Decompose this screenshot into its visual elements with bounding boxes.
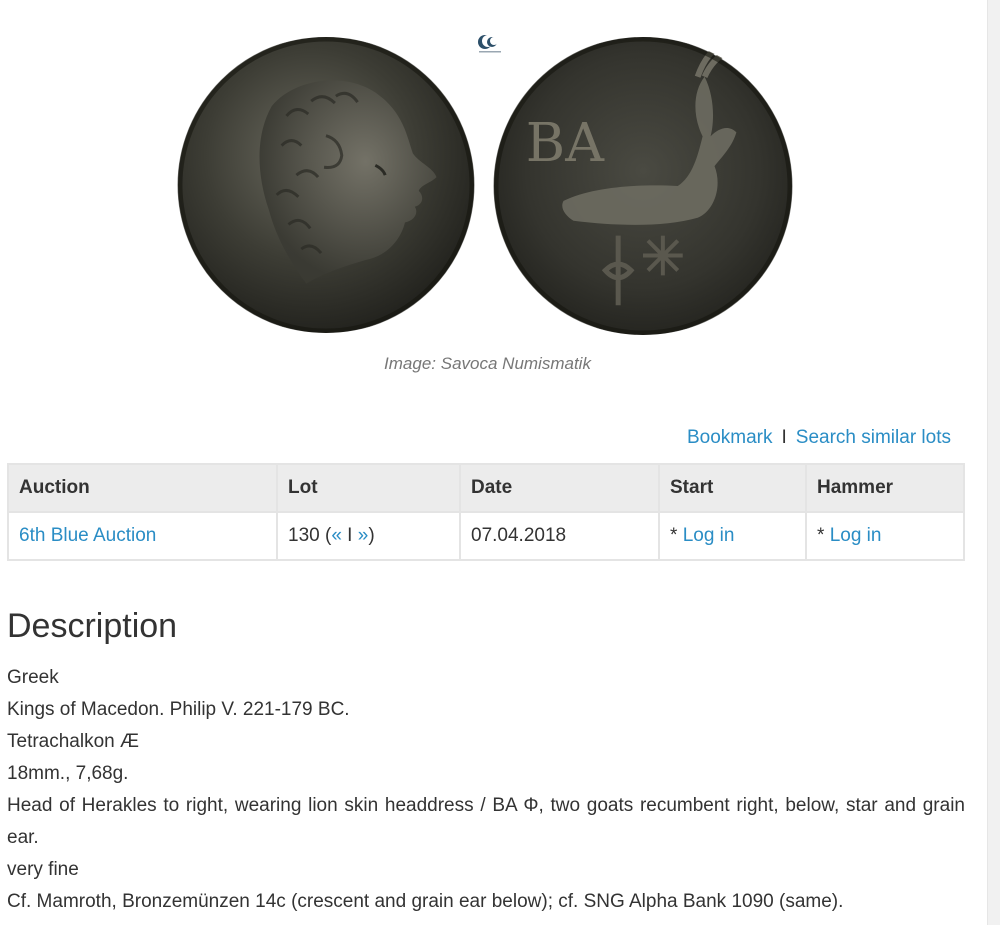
lot-detail-page: ΒΑ Image: Savoca Numismatik Bookmark I S… (0, 0, 987, 925)
next-lot-link[interactable]: » (358, 525, 369, 546)
coin-obverse-image (172, 37, 480, 333)
lot-nav-separator: I (341, 525, 358, 546)
previous-lot-link[interactable]: « (331, 525, 342, 546)
header-date: Date (459, 463, 660, 513)
description-line: 18mm., 7,68g. (7, 763, 129, 784)
header-start: Start (658, 463, 807, 513)
lot-close-paren: ) (368, 525, 375, 546)
description-line: Cf. Mamroth, Bronzemünzen 14c (crescent … (7, 891, 844, 912)
lot-number: 130 ( (288, 525, 332, 546)
description-body: Greek Kings of Macedon. Philip V. 221-17… (7, 662, 965, 918)
hammer-login-link[interactable]: Log in (830, 525, 882, 546)
cell-date: 07.04.2018 (459, 511, 660, 561)
description-line: Tetrachalkon Æ (7, 731, 140, 752)
description-heading: Description (7, 607, 178, 645)
description-line: Head of Herakles to right, wearing lion … (7, 795, 965, 848)
description-line: Kings of Macedon. Philip V. 221-179 BC. (7, 699, 350, 720)
cell-start: * Log in (658, 511, 807, 561)
cell-lot: 130 (« I ») (276, 511, 461, 561)
reverse-legend: ΒΑ (526, 111, 605, 174)
description-line: Greek (7, 667, 59, 688)
cell-hammer: * Log in (805, 511, 965, 561)
vertical-scrollbar[interactable] (987, 0, 1000, 925)
description-line: very fine (7, 859, 79, 880)
lot-info-table: Auction Lot Date Start Hammer 6th Blue A… (7, 463, 965, 561)
watermark-logo-icon (473, 31, 505, 55)
image-caption: Image: Savoca Numismatik (384, 354, 591, 373)
header-auction: Auction (7, 463, 278, 513)
header-lot: Lot (276, 463, 461, 513)
header-hammer: Hammer (805, 463, 965, 513)
bookmark-link[interactable]: Bookmark (687, 427, 773, 448)
actions-separator: I (781, 427, 787, 448)
search-similar-lots-link[interactable]: Search similar lots (796, 427, 951, 448)
hammer-prefix: * (817, 525, 830, 546)
cell-auction: 6th Blue Auction (7, 511, 278, 561)
coin-image[interactable]: ΒΑ (160, 25, 820, 335)
start-prefix: * (670, 525, 683, 546)
table-row: 6th Blue Auction 130 (« I ») 07.04.2018 … (7, 511, 965, 561)
coin-reverse-image: ΒΑ (488, 37, 798, 335)
start-login-link[interactable]: Log in (683, 525, 735, 546)
lot-actions: Bookmark I Search similar lots (687, 427, 951, 449)
auction-link[interactable]: 6th Blue Auction (19, 525, 156, 546)
table-header-row: Auction Lot Date Start Hammer (7, 463, 965, 513)
